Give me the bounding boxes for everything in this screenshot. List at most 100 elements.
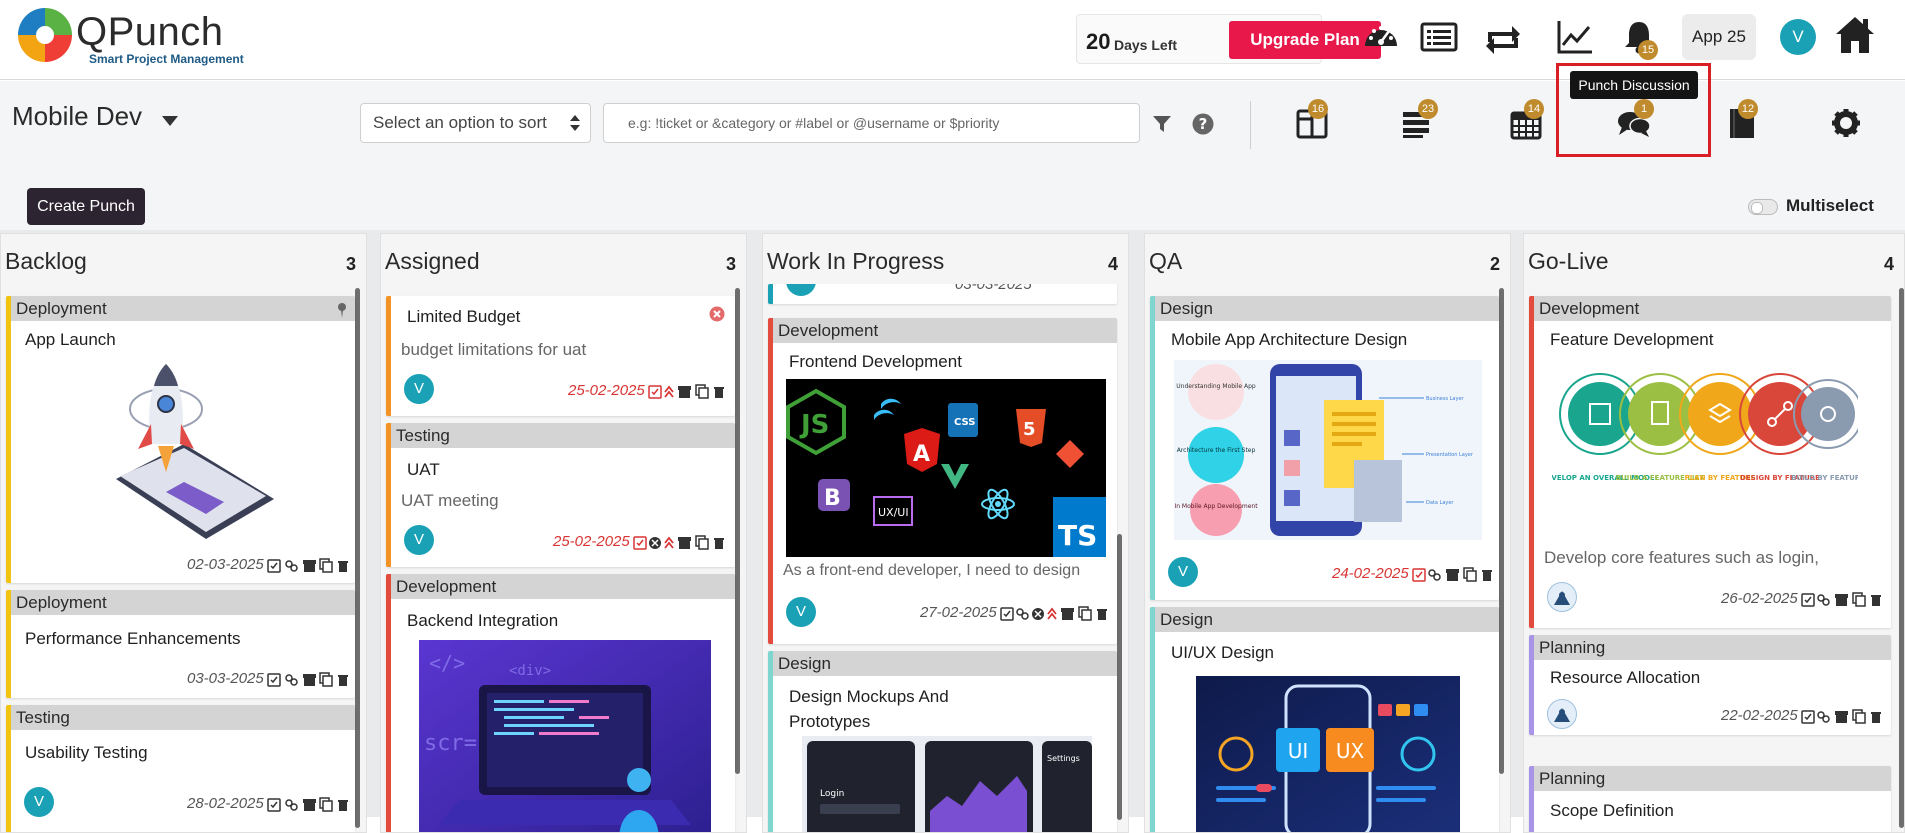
pin-icon[interactable] bbox=[337, 302, 347, 318]
card-action-icons[interactable] bbox=[267, 672, 352, 687]
sort-select-placeholder: Select an option to sort bbox=[373, 113, 547, 132]
ui-ux-design-image: UI UX bbox=[1196, 676, 1460, 832]
punch-card[interactable]: Design Design Mockups And Prototypes Log… bbox=[768, 651, 1117, 832]
card-title: UI/UX Design bbox=[1171, 643, 1274, 662]
filter-funnel-icon[interactable] bbox=[1152, 114, 1172, 134]
column-title: Assigned bbox=[385, 248, 480, 274]
punch-card[interactable]: Planning Resource Allocation 22-02-2025 bbox=[1529, 635, 1891, 735]
app-switcher-button[interactable]: App 25 bbox=[1682, 14, 1756, 60]
settings-gear-icon[interactable] bbox=[1828, 105, 1864, 141]
calendar-badge: 14 bbox=[1524, 99, 1544, 119]
dashboard-gauge-icon[interactable] bbox=[1362, 18, 1400, 56]
punch-card[interactable]: Design UI/UX Design UI UX bbox=[1150, 607, 1499, 832]
card-due-date: 27-02-2025 bbox=[920, 604, 997, 621]
css-logo-label: CSS bbox=[954, 417, 975, 428]
qpunch-logo[interactable]: QPunch Smart Project Management bbox=[18, 8, 248, 68]
card-title: Resource Allocation bbox=[1550, 668, 1701, 687]
multiselect-toggle[interactable] bbox=[1748, 199, 1778, 215]
assignee-avatar[interactable] bbox=[1547, 699, 1577, 729]
assignee-avatar[interactable]: V bbox=[1168, 557, 1198, 587]
diagram-layer-label: Presentation Layer bbox=[1426, 452, 1474, 458]
punch-card[interactable]: Testing UAT UAT meeting V 25-02-2025 bbox=[386, 423, 735, 567]
ui-tile-label: UI bbox=[1288, 739, 1309, 763]
punch-card[interactable]: Deployment App Launch 02-03-2025 bbox=[6, 296, 355, 583]
home-icon[interactable] bbox=[1834, 14, 1876, 56]
assignee-avatar[interactable]: V bbox=[404, 374, 434, 404]
card-description: Develop core features such as login, bbox=[1544, 548, 1819, 567]
assignee-avatar[interactable]: V bbox=[24, 787, 54, 817]
punch-card[interactable]: Planning Scope Definition bbox=[1529, 766, 1891, 832]
card-title: Mobile App Architecture Design bbox=[1171, 330, 1408, 349]
card-action-icons[interactable] bbox=[1801, 592, 1886, 607]
list-view-icon[interactable] bbox=[1420, 18, 1458, 56]
bootstrap-logo-label: B bbox=[824, 486, 841, 511]
search-input[interactable] bbox=[603, 103, 1140, 143]
card-title: Frontend Development bbox=[789, 352, 962, 371]
column-scrollbar[interactable] bbox=[1899, 288, 1904, 828]
card-category: Deployment bbox=[11, 590, 355, 615]
punch-card[interactable]: Limited Budget budget limitations for ua… bbox=[386, 296, 735, 416]
card-category: Development bbox=[391, 574, 735, 599]
column-title: Work In Progress bbox=[767, 248, 945, 274]
punch-card[interactable]: Testing Usability Testing V 28-02-2025 bbox=[6, 705, 355, 832]
create-punch-button[interactable]: Create Punch bbox=[27, 188, 145, 225]
punch-card[interactable]: Deployment Performance Enhancements 03-0… bbox=[6, 590, 355, 698]
column-count: 3 bbox=[725, 254, 736, 274]
column-scrollbar[interactable] bbox=[355, 288, 360, 828]
card-description: UAT meeting bbox=[401, 491, 499, 510]
card-category: Deployment bbox=[11, 296, 355, 321]
kanban-board: Backlog 3 Deployment App Launch 02-03-20… bbox=[0, 230, 1905, 833]
punch-card[interactable]: Development Frontend Development JS CSS … bbox=[768, 318, 1117, 644]
card-action-icons[interactable] bbox=[1000, 606, 1115, 621]
brand-name: QPunch bbox=[76, 10, 224, 54]
svg-text:scr=: scr= bbox=[424, 731, 477, 756]
assignee-avatar[interactable]: V bbox=[786, 597, 816, 627]
card-action-icons[interactable] bbox=[633, 535, 733, 550]
assignee-avatar[interactable]: V bbox=[404, 525, 434, 555]
project-dropdown-caret-icon[interactable] bbox=[162, 116, 178, 126]
user-avatar[interactable]: V bbox=[1780, 19, 1816, 55]
card-category: Testing bbox=[391, 423, 735, 448]
brand-tagline: Smart Project Management bbox=[89, 52, 244, 66]
card-action-icons[interactable] bbox=[1412, 567, 1497, 582]
card-title: Design Mockups And Prototypes bbox=[789, 687, 949, 731]
column-backlog: Backlog 3 Deployment App Launch 02-03-20… bbox=[0, 233, 367, 833]
card-category: Development bbox=[1534, 296, 1891, 321]
project-name[interactable]: Mobile Dev bbox=[12, 101, 142, 132]
column-scrollbar[interactable] bbox=[735, 288, 740, 774]
card-action-icons[interactable] bbox=[1801, 709, 1886, 724]
column-qa: QA 2 Design Mobile App Architecture Desi… bbox=[1144, 233, 1511, 833]
diagram-step-label: In Mobile App Development bbox=[1174, 503, 1258, 510]
card-due-date: 22-02-2025 bbox=[1721, 707, 1798, 724]
card-due-date: 25-02-2025 bbox=[568, 382, 645, 399]
svg-text:A: A bbox=[913, 442, 930, 467]
column-scrollbar[interactable] bbox=[1499, 288, 1504, 774]
punch-card[interactable]: Design Mobile App Architecture Design Un… bbox=[1150, 296, 1499, 600]
assignee-avatar[interactable] bbox=[786, 284, 816, 296]
multiselect-label: Multiselect bbox=[1786, 196, 1874, 215]
card-title: Limited Budget bbox=[407, 307, 521, 326]
card-due-date: 03-03-2025 bbox=[187, 670, 264, 687]
card-category: Design bbox=[773, 651, 1117, 676]
upgrade-plan-button[interactable]: Upgrade Plan bbox=[1229, 21, 1381, 59]
column-count: 4 bbox=[1107, 254, 1118, 274]
ux-ui-logo-label: UX/UI bbox=[878, 506, 909, 519]
card-action-icons[interactable] bbox=[648, 384, 733, 399]
help-question-icon[interactable]: ? bbox=[1192, 113, 1214, 135]
card-title: App Launch bbox=[25, 330, 116, 349]
column-title: QA bbox=[1149, 248, 1183, 274]
card-title: Backend Integration bbox=[407, 611, 559, 630]
card-action-icons[interactable] bbox=[267, 797, 352, 812]
punch-card[interactable]: Development Feature Development DEVELOP … bbox=[1529, 296, 1891, 628]
assignee-avatar[interactable] bbox=[1547, 582, 1577, 612]
punch-card[interactable]: Development Backend Integration </> <div… bbox=[386, 574, 735, 832]
column-scrollbar[interactable] bbox=[1117, 534, 1122, 820]
card-due-date: 28-02-2025 bbox=[187, 795, 264, 812]
swap-arrows-icon[interactable] bbox=[1484, 18, 1522, 56]
card-action-icons[interactable] bbox=[267, 558, 352, 573]
analytics-chart-icon[interactable] bbox=[1556, 18, 1594, 56]
card-title: UAT bbox=[407, 460, 440, 479]
sort-select[interactable]: Select an option to sort bbox=[360, 103, 591, 143]
punch-card[interactable]: 03-03-2025 bbox=[768, 284, 1117, 304]
remove-circle-icon[interactable] bbox=[709, 306, 725, 322]
